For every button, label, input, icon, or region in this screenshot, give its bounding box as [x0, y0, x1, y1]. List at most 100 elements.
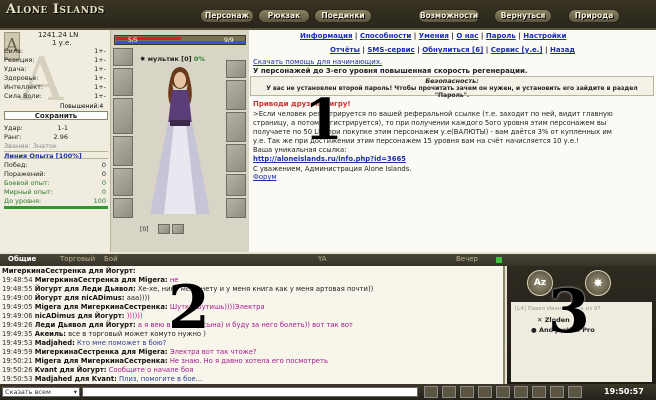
stat-health: Здоровье: 1+-	[4, 74, 106, 82]
regards-text: С уважением, Администрация Alone Islands…	[253, 165, 412, 173]
exp-line-header: Линия Опыта [100%]	[4, 151, 108, 160]
stat-strike: Удар: 1-1	[4, 124, 68, 132]
link-skills[interactable]: Умения	[419, 32, 449, 40]
increase-counter: Повышений:4	[60, 103, 104, 110]
chat-nick[interactable]: Йогурт для Леди Дьявол:	[35, 285, 136, 293]
stat-willpower: Сила Воли: 1+-	[4, 92, 106, 100]
save-button[interactable]: Сохранить	[4, 111, 108, 120]
chat-message: 19:50:53 Madjahed для Kvant: Плиз, помог…	[2, 375, 203, 383]
chat-nick[interactable]: Леди Дьявол для Йогурт:	[35, 321, 136, 329]
helmet-slot[interactable]	[113, 48, 133, 66]
toolbar-icon-1[interactable]	[424, 386, 438, 398]
nav-duels-button[interactable]: Поединки	[314, 9, 372, 23]
chat-nick[interactable]: Migera для МигеркинаСестренка:	[35, 357, 168, 365]
rank-title: Звание: Знаток	[4, 142, 57, 150]
chat-channel-label: Вечер	[456, 255, 478, 263]
chat-target-select[interactable]: Сказать всем ▾	[2, 387, 80, 397]
doll-bottom-counter: [0]	[140, 226, 149, 233]
exp-progress-bar	[4, 206, 108, 209]
link-about[interactable]: О нас	[456, 32, 478, 40]
help-link[interactable]: Скачать помощь для начинающих.	[253, 58, 382, 66]
accessory-slot-1[interactable]	[158, 224, 170, 234]
toolbar-icon-5[interactable]	[496, 386, 510, 398]
shield-slot[interactable]	[226, 112, 246, 142]
link-reports[interactable]: Отчёты	[330, 46, 360, 54]
bottom-bar: Сказать всем ▾ 19:50:57	[0, 384, 656, 400]
chat-tab-battle[interactable]: Бой	[104, 255, 118, 263]
chat-nick[interactable]: МигеркинаСестренка для Йогурт:	[2, 267, 136, 275]
stat-peace-exp: Мирный опыт: 0	[4, 188, 106, 196]
top-links: Информация | Способности | Умения | О на…	[300, 32, 567, 40]
link-back[interactable]: Назад	[550, 46, 575, 54]
chat-center-label: YA	[318, 255, 327, 263]
chat-message-input[interactable]	[82, 387, 418, 397]
amulet-slot[interactable]	[113, 68, 133, 96]
link-abilities[interactable]: Способности	[360, 32, 411, 40]
toolbar-icon-9[interactable]	[568, 386, 582, 398]
clock: 19:50:57	[604, 387, 644, 396]
forum-link[interactable]: Форум	[253, 173, 276, 181]
annotation-2: 2	[168, 273, 210, 343]
second-links: Отчёты | SMS-сервис | Обнулиться [6] | С…	[330, 46, 576, 54]
nav-return-button[interactable]: Вернуться	[494, 9, 552, 23]
nav-backpack-button[interactable]: Рюкзак	[258, 9, 310, 23]
chat-nick[interactable]: Йогурт для nicADimus:	[35, 294, 125, 302]
nav-features-button[interactable]: Возможности	[418, 9, 480, 23]
toolbar-icon-2[interactable]	[442, 386, 456, 398]
hp-fill	[116, 37, 181, 40]
chat-tab-trade[interactable]: Торговый	[60, 255, 95, 263]
stat-to-level: До уровня: 100	[4, 197, 106, 205]
nav-character-button[interactable]: Персонаж	[200, 9, 254, 23]
link-password[interactable]: Пароль	[486, 32, 516, 40]
chat-nick[interactable]: nicADimus для Йогурт:	[35, 312, 125, 320]
link-reset[interactable]: Обнулиться [6]	[422, 46, 483, 54]
chevron-down-icon: ▾	[73, 388, 77, 396]
stat-intellect: Интеллект: 1+-	[4, 83, 106, 91]
character-avatar	[150, 67, 210, 214]
chat-nick[interactable]: Migera для МигеркинаСестренка:	[35, 303, 168, 311]
toolbar-icon-3[interactable]	[460, 386, 474, 398]
chat-nick[interactable]: Madjahed для Kvant:	[35, 375, 117, 383]
mood-label: ✸ мультик [0] 0%	[140, 55, 205, 63]
toolbar-icon-6[interactable]	[514, 386, 528, 398]
weapon-slot[interactable]	[113, 98, 133, 134]
bracers-slot[interactable]	[113, 136, 133, 166]
belt-slot[interactable]	[226, 144, 246, 172]
chat-tabs-bar: Общие Торговый Бой YA Вечер	[0, 254, 656, 266]
hp-text: 5/5	[128, 37, 138, 44]
chat-nick[interactable]: Акеиль:	[35, 330, 66, 338]
stat-battle-exp: Боевой опыт: 0	[4, 179, 106, 187]
accessory-slot-2[interactable]	[172, 224, 184, 234]
chat-nick[interactable]: МигеркинаСестренка для Migera:	[35, 348, 168, 356]
chat-tab-general[interactable]: Общие	[8, 255, 36, 263]
stat-losses: Поражений: 0	[4, 170, 106, 178]
toolbar-icon-4[interactable]	[478, 386, 492, 398]
toolbar-icon-7[interactable]	[532, 386, 546, 398]
ref-link[interactable]: http://aloneislands.ru/info.php?id=3665	[253, 155, 406, 163]
chat-log: МигеркинаСестренка для Йогурт: 19:48:54 …	[0, 266, 505, 384]
regen-notice: У персонажей до 3-его уровня повышенная …	[253, 67, 528, 75]
ring-slot[interactable]	[113, 198, 133, 218]
boots-slot[interactable]	[226, 198, 246, 218]
link-settings[interactable]: Настройки	[523, 32, 566, 40]
stat-reaction: Реакция: 1+-	[4, 56, 106, 64]
nav-nature-button[interactable]: Природа	[568, 9, 620, 23]
chat-nick[interactable]: Madjahed:	[35, 339, 75, 347]
ring2-slot[interactable]	[226, 174, 246, 196]
gloves-slot[interactable]	[113, 168, 133, 196]
mood-icon: ✸	[140, 55, 148, 63]
stat-strength: Сила: 1+-	[4, 47, 106, 55]
annotation-3: 3	[548, 277, 590, 347]
stat-rank: Ранг: 2.96	[4, 133, 68, 141]
security-title: Безопасность:	[425, 77, 479, 85]
chat-nick[interactable]: МигеркинаСестренка для Migera:	[35, 276, 168, 284]
link-information[interactable]: Информация	[300, 32, 353, 40]
chat-nick[interactable]: Kvant для Йогурт:	[35, 366, 107, 374]
armor-slot[interactable]	[226, 80, 246, 110]
mp-text: 9/9	[224, 37, 234, 44]
link-service[interactable]: Сервис [у.е.]	[491, 46, 543, 54]
money-amount: 1241.24 LN	[38, 31, 79, 39]
toolbar-icon-8[interactable]	[550, 386, 564, 398]
link-sms[interactable]: SMS-сервис	[367, 46, 414, 54]
earring-slot[interactable]	[226, 60, 246, 78]
